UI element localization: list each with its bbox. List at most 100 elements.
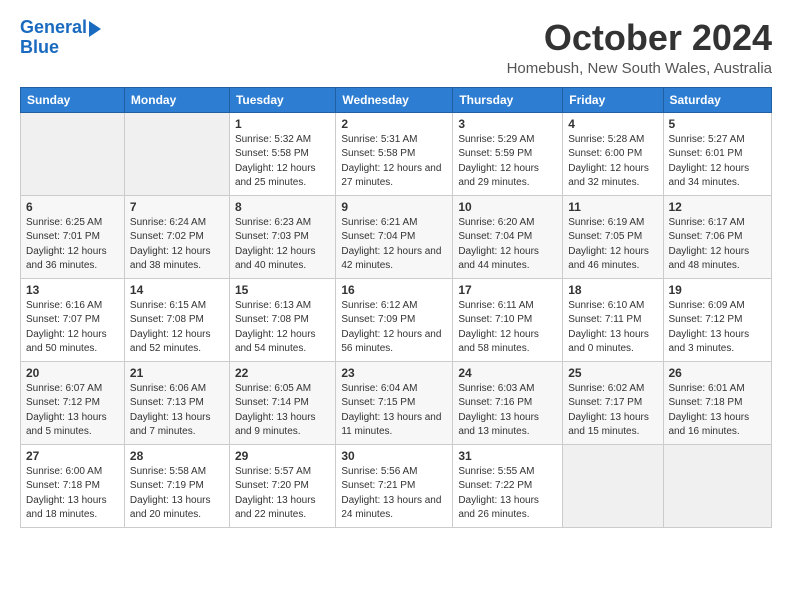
- sunrise-text: Sunrise: 6:11 AM: [458, 300, 533, 311]
- calendar-cell: 29 Sunrise: 5:57 AM Sunset: 7:20 PM Dayl…: [229, 444, 335, 527]
- day-number: 23: [341, 366, 447, 380]
- sunset-text: Sunset: 5:58 PM: [235, 148, 309, 159]
- daylight-text: Daylight: 13 hours and 11 minutes.: [341, 412, 441, 438]
- sunrise-text: Sunrise: 6:19 AM: [568, 217, 644, 228]
- sunrise-text: Sunrise: 6:25 AM: [26, 217, 102, 228]
- day-number: 27: [26, 449, 119, 463]
- calendar-cell: 18 Sunrise: 6:10 AM Sunset: 7:11 PM Dayl…: [563, 278, 663, 361]
- sunset-text: Sunset: 7:19 PM: [130, 480, 204, 491]
- sunrise-text: Sunrise: 5:32 AM: [235, 134, 311, 145]
- col-sunday: Sunday: [21, 87, 125, 112]
- sunrise-text: Sunrise: 6:04 AM: [341, 383, 417, 394]
- day-number: 6: [26, 200, 119, 214]
- sunrise-text: Sunrise: 6:12 AM: [341, 300, 417, 311]
- calendar-cell: 26 Sunrise: 6:01 AM Sunset: 7:18 PM Dayl…: [663, 361, 772, 444]
- cell-info: Sunrise: 5:57 AM Sunset: 7:20 PM Dayligh…: [235, 465, 330, 523]
- cell-info: Sunrise: 6:25 AM Sunset: 7:01 PM Dayligh…: [26, 216, 119, 274]
- daylight-text: Daylight: 12 hours and 56 minutes.: [341, 329, 441, 355]
- sunset-text: Sunset: 7:20 PM: [235, 480, 309, 491]
- sunrise-text: Sunrise: 6:17 AM: [669, 217, 745, 228]
- calendar-cell: 13 Sunrise: 6:16 AM Sunset: 7:07 PM Dayl…: [21, 278, 125, 361]
- day-number: 5: [669, 117, 767, 131]
- cell-info: Sunrise: 6:20 AM Sunset: 7:04 PM Dayligh…: [458, 216, 557, 274]
- cell-info: Sunrise: 6:10 AM Sunset: 7:11 PM Dayligh…: [568, 299, 657, 357]
- daylight-text: Daylight: 13 hours and 15 minutes.: [568, 412, 649, 438]
- sunrise-text: Sunrise: 5:58 AM: [130, 466, 206, 477]
- week-row-2: 6 Sunrise: 6:25 AM Sunset: 7:01 PM Dayli…: [21, 195, 772, 278]
- daylight-text: Daylight: 13 hours and 20 minutes.: [130, 495, 211, 521]
- cell-info: Sunrise: 5:27 AM Sunset: 6:01 PM Dayligh…: [669, 133, 767, 191]
- daylight-text: Daylight: 12 hours and 32 minutes.: [568, 163, 649, 189]
- day-number: 24: [458, 366, 557, 380]
- calendar-cell: 16 Sunrise: 6:12 AM Sunset: 7:09 PM Dayl…: [336, 278, 453, 361]
- day-number: 3: [458, 117, 557, 131]
- calendar-cell: 2 Sunrise: 5:31 AM Sunset: 5:58 PM Dayli…: [336, 112, 453, 195]
- daylight-text: Daylight: 12 hours and 58 minutes.: [458, 329, 539, 355]
- day-number: 31: [458, 449, 557, 463]
- daylight-text: Daylight: 13 hours and 18 minutes.: [26, 495, 107, 521]
- day-number: 20: [26, 366, 119, 380]
- sunset-text: Sunset: 7:05 PM: [568, 231, 642, 242]
- week-row-4: 20 Sunrise: 6:07 AM Sunset: 7:12 PM Dayl…: [21, 361, 772, 444]
- calendar-cell: 12 Sunrise: 6:17 AM Sunset: 7:06 PM Dayl…: [663, 195, 772, 278]
- cell-info: Sunrise: 6:12 AM Sunset: 7:09 PM Dayligh…: [341, 299, 447, 357]
- sunset-text: Sunset: 7:03 PM: [235, 231, 309, 242]
- daylight-text: Daylight: 12 hours and 38 minutes.: [130, 246, 211, 272]
- sunrise-text: Sunrise: 6:15 AM: [130, 300, 206, 311]
- day-number: 18: [568, 283, 657, 297]
- sunrise-text: Sunrise: 6:20 AM: [458, 217, 534, 228]
- calendar-cell: 28 Sunrise: 5:58 AM Sunset: 7:19 PM Dayl…: [124, 444, 229, 527]
- col-friday: Friday: [563, 87, 663, 112]
- calendar-cell: 8 Sunrise: 6:23 AM Sunset: 7:03 PM Dayli…: [229, 195, 335, 278]
- sunrise-text: Sunrise: 6:23 AM: [235, 217, 311, 228]
- sunrise-text: Sunrise: 5:28 AM: [568, 134, 644, 145]
- sunset-text: Sunset: 6:00 PM: [568, 148, 642, 159]
- sunset-text: Sunset: 6:01 PM: [669, 148, 743, 159]
- sunset-text: Sunset: 7:18 PM: [669, 397, 743, 408]
- day-number: 21: [130, 366, 224, 380]
- daylight-text: Daylight: 13 hours and 16 minutes.: [669, 412, 750, 438]
- cell-info: Sunrise: 6:07 AM Sunset: 7:12 PM Dayligh…: [26, 382, 119, 440]
- calendar-cell: 6 Sunrise: 6:25 AM Sunset: 7:01 PM Dayli…: [21, 195, 125, 278]
- cell-info: Sunrise: 5:28 AM Sunset: 6:00 PM Dayligh…: [568, 133, 657, 191]
- daylight-text: Daylight: 12 hours and 52 minutes.: [130, 329, 211, 355]
- sunrise-text: Sunrise: 6:13 AM: [235, 300, 311, 311]
- logo-text-blue: Blue: [20, 38, 59, 58]
- calendar-cell: 19 Sunrise: 6:09 AM Sunset: 7:12 PM Dayl…: [663, 278, 772, 361]
- week-row-3: 13 Sunrise: 6:16 AM Sunset: 7:07 PM Dayl…: [21, 278, 772, 361]
- cell-info: Sunrise: 5:29 AM Sunset: 5:59 PM Dayligh…: [458, 133, 557, 191]
- sunrise-text: Sunrise: 6:02 AM: [568, 383, 644, 394]
- calendar-cell: 24 Sunrise: 6:03 AM Sunset: 7:16 PM Dayl…: [453, 361, 563, 444]
- daylight-text: Daylight: 13 hours and 26 minutes.: [458, 495, 539, 521]
- week-row-5: 27 Sunrise: 6:00 AM Sunset: 7:18 PM Dayl…: [21, 444, 772, 527]
- calendar-cell: 27 Sunrise: 6:00 AM Sunset: 7:18 PM Dayl…: [21, 444, 125, 527]
- cell-info: Sunrise: 6:16 AM Sunset: 7:07 PM Dayligh…: [26, 299, 119, 357]
- calendar-cell: 31 Sunrise: 5:55 AM Sunset: 7:22 PM Dayl…: [453, 444, 563, 527]
- daylight-text: Daylight: 13 hours and 0 minutes.: [568, 329, 649, 355]
- sunset-text: Sunset: 7:04 PM: [341, 231, 415, 242]
- sunset-text: Sunset: 7:10 PM: [458, 314, 532, 325]
- cell-info: Sunrise: 5:32 AM Sunset: 5:58 PM Dayligh…: [235, 133, 330, 191]
- sunrise-text: Sunrise: 5:55 AM: [458, 466, 534, 477]
- cell-info: Sunrise: 5:55 AM Sunset: 7:22 PM Dayligh…: [458, 465, 557, 523]
- cell-info: Sunrise: 6:01 AM Sunset: 7:18 PM Dayligh…: [669, 382, 767, 440]
- cell-info: Sunrise: 6:21 AM Sunset: 7:04 PM Dayligh…: [341, 216, 447, 274]
- cell-info: Sunrise: 6:17 AM Sunset: 7:06 PM Dayligh…: [669, 216, 767, 274]
- week-row-1: 1 Sunrise: 5:32 AM Sunset: 5:58 PM Dayli…: [21, 112, 772, 195]
- col-saturday: Saturday: [663, 87, 772, 112]
- logo-arrow-icon: [89, 21, 101, 37]
- calendar-table: Sunday Monday Tuesday Wednesday Thursday…: [20, 87, 772, 528]
- sunset-text: Sunset: 7:12 PM: [669, 314, 743, 325]
- sunset-text: Sunset: 7:18 PM: [26, 480, 100, 491]
- calendar-cell: [563, 444, 663, 527]
- sunset-text: Sunset: 5:59 PM: [458, 148, 532, 159]
- calendar-cell: 17 Sunrise: 6:11 AM Sunset: 7:10 PM Dayl…: [453, 278, 563, 361]
- daylight-text: Daylight: 13 hours and 5 minutes.: [26, 412, 107, 438]
- sunrise-text: Sunrise: 6:06 AM: [130, 383, 206, 394]
- daylight-text: Daylight: 13 hours and 3 minutes.: [669, 329, 750, 355]
- daylight-text: Daylight: 12 hours and 25 minutes.: [235, 163, 316, 189]
- cell-info: Sunrise: 6:19 AM Sunset: 7:05 PM Dayligh…: [568, 216, 657, 274]
- calendar-cell: [663, 444, 772, 527]
- sunrise-text: Sunrise: 5:31 AM: [341, 134, 417, 145]
- main-title: October 2024: [507, 18, 772, 58]
